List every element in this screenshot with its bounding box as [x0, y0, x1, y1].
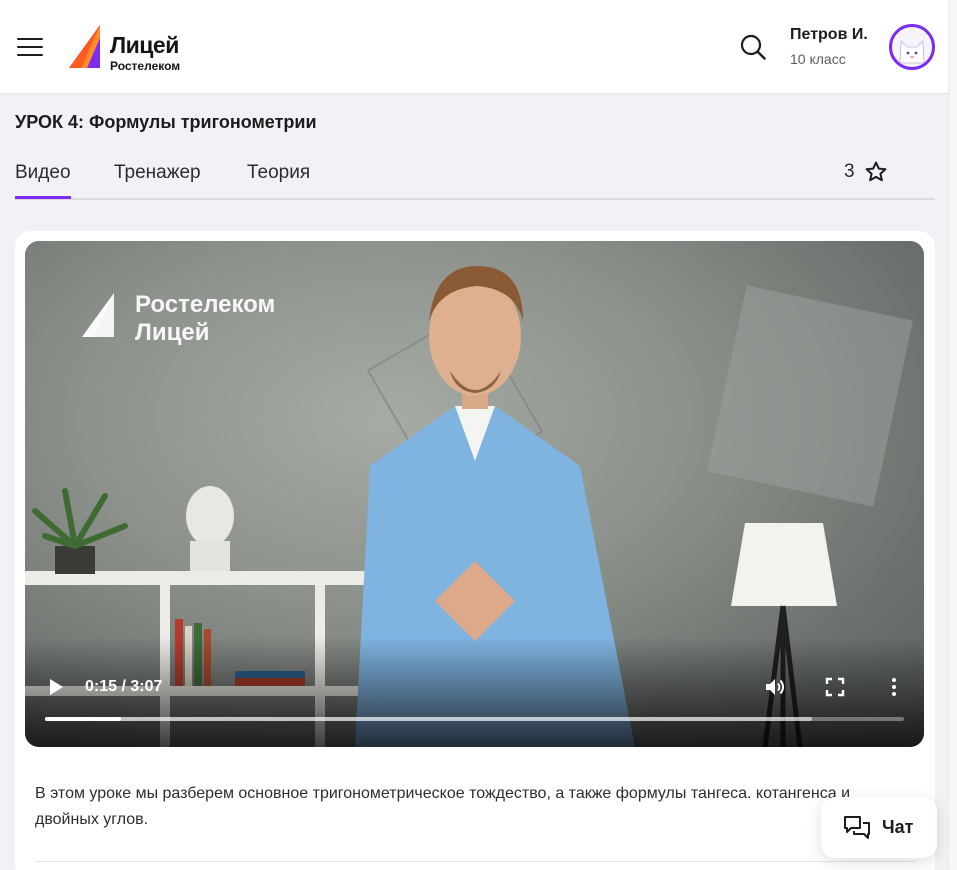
top-header: Лицей Ростелеком Петров И. 10 класс — [0, 0, 948, 94]
search-icon[interactable] — [739, 33, 767, 61]
lesson-card: Ростелеком Лицей 0:15 / 3:07 В этом урок… — [15, 231, 935, 870]
video-progress-bar[interactable] — [45, 717, 904, 721]
video-watermark-line2: Лицей — [135, 319, 210, 346]
logo-mark-icon — [69, 25, 100, 68]
logo-title: Лицей — [110, 32, 179, 58]
rating: 3 — [844, 160, 888, 184]
lesson-description: В этом уроке мы разберем основное тригон… — [35, 785, 850, 828]
more-vertical-icon[interactable] — [887, 676, 901, 698]
tab-theory[interactable]: Теория — [247, 162, 310, 184]
divider — [35, 861, 915, 862]
lesson-tabs: Видео Тренажер Теория 3 — [15, 152, 935, 200]
rating-count: 3 — [844, 161, 855, 182]
video-time: 0:15 / 3:07 — [85, 678, 163, 695]
logo-subtitle: Ростелеком — [110, 59, 181, 73]
tab-trainer[interactable]: Тренажер — [114, 162, 201, 184]
user-grade: 10 класс — [790, 51, 846, 67]
lesson-title: УРОК 4: Формулы тригонометрии — [15, 112, 317, 132]
logo[interactable]: Лицей Ростелеком — [67, 24, 192, 73]
tab-video[interactable]: Видео — [15, 162, 71, 199]
avatar-cat-icon — [899, 39, 925, 64]
menu-icon[interactable] — [17, 38, 43, 57]
play-icon[interactable] — [48, 678, 64, 696]
video-progress-fill — [45, 717, 122, 721]
chat-icon — [844, 816, 870, 839]
video-watermark: Ростелеком Лицей — [135, 291, 275, 347]
user-name: Петров И. — [790, 26, 868, 43]
chat-label: Чат — [882, 817, 914, 837]
fullscreen-icon[interactable] — [824, 676, 846, 698]
page-scrollbar[interactable] — [948, 0, 957, 870]
video-player[interactable]: Ростелеком Лицей 0:15 / 3:07 — [25, 241, 924, 747]
video-watermark-line1: Ростелеком — [135, 291, 276, 318]
chat-button[interactable]: Чат — [821, 797, 937, 858]
avatar[interactable] — [889, 24, 935, 70]
volume-icon[interactable] — [763, 675, 787, 699]
star-icon[interactable] — [864, 160, 888, 184]
video-buffered — [45, 717, 813, 721]
video-watermark-icon — [82, 293, 114, 337]
